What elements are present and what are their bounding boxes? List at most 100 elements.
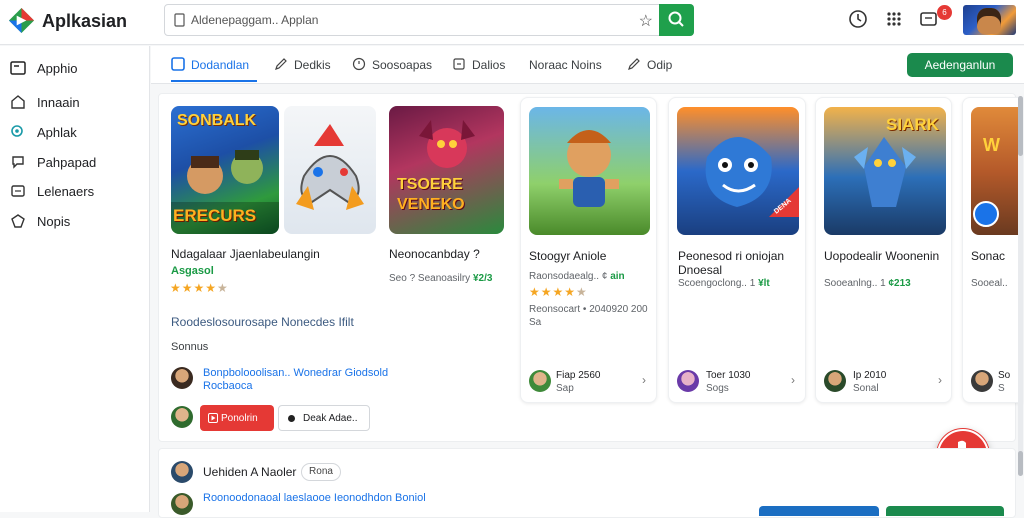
game-meta: Raonsodaealg.. ¢ ain bbox=[529, 271, 625, 282]
star-icon[interactable]: ☆ bbox=[639, 11, 653, 31]
thumb-subtitle-text: VENEKO bbox=[397, 196, 465, 213]
featured-thumbnail-2[interactable] bbox=[284, 106, 376, 234]
history-icon[interactable] bbox=[847, 8, 869, 30]
game-title-2: Dnoesal bbox=[678, 263, 723, 277]
app-window-icon bbox=[10, 61, 26, 75]
post-title[interactable]: Uehiden A Naoler bbox=[203, 465, 296, 479]
sidebar-item-label: Aphlak bbox=[37, 125, 77, 140]
search-icon bbox=[668, 11, 684, 27]
dot-icon bbox=[288, 415, 295, 422]
secondary-action-button[interactable]: Deak Adae.. bbox=[278, 405, 370, 431]
tab-label: Soosoapas bbox=[372, 58, 433, 72]
meta-text: Scoengoclong.. 1 bbox=[678, 278, 756, 289]
sidebar-item-label: Innaain bbox=[37, 95, 80, 110]
home-icon bbox=[11, 95, 25, 109]
rating-stars: ★★★★★ bbox=[529, 285, 588, 299]
button-label: Deak Adae.. bbox=[303, 413, 358, 424]
featured-description: Roodeslosourosape Nonecdes Ifilt bbox=[171, 315, 354, 329]
game-thumbnail[interactable]: SIARK bbox=[824, 107, 946, 235]
tag-pill[interactable]: Rona bbox=[301, 463, 341, 481]
author-avatar[interactable] bbox=[971, 370, 993, 392]
sidebar-item-search[interactable]: Aphlak bbox=[0, 119, 150, 145]
sidebar-item-label: Pahpapad bbox=[37, 155, 97, 170]
sidebar-item-label: Nopis bbox=[37, 214, 71, 229]
game-thumbnail[interactable]: DENA bbox=[677, 107, 799, 235]
author-avatar[interactable] bbox=[171, 367, 193, 389]
game-art-icon bbox=[559, 130, 619, 207]
box-icon bbox=[453, 58, 465, 70]
sidebar-item-inbox[interactable]: Lelenaers bbox=[0, 178, 150, 204]
game-title[interactable]: Neonocanbday ? bbox=[389, 247, 480, 261]
author-name: Ip 2010 bbox=[853, 370, 887, 381]
author-sub: Sap bbox=[556, 383, 574, 394]
thumb-title-text: W bbox=[983, 135, 1000, 155]
post-line: Roonoodonaoal laeslaooe Ieonodhdon Bonio… bbox=[203, 492, 426, 504]
game-title[interactable]: Stoogyr Aniole bbox=[529, 249, 606, 263]
tab-bar: Dodandlan Dedkis Soosoapas Dalios Noraac… bbox=[151, 46, 1024, 84]
tab-label: Noraac Noins bbox=[529, 58, 602, 72]
game-card[interactable]: W Sonac Sooeal.. So S bbox=[962, 97, 1023, 403]
thumb-title-text: SIARK bbox=[886, 115, 939, 134]
sidebar: Apphio Innaain Aphlak Pahpapad Lelenaers… bbox=[0, 46, 150, 512]
featured-price: Asgasol bbox=[171, 265, 214, 277]
game-title[interactable]: Sonac bbox=[971, 249, 1005, 263]
pen-icon bbox=[628, 58, 640, 70]
primary-action-button[interactable]: Ponolrin bbox=[200, 405, 274, 431]
author-name: Fiap 2560 bbox=[556, 370, 601, 381]
user-avatar[interactable] bbox=[963, 5, 1016, 35]
game-title[interactable]: Peonesod ri oniojan bbox=[678, 249, 784, 263]
author-avatar[interactable] bbox=[824, 370, 846, 392]
lower-panel: Uehiden A Naoler Rona Roonoodonaoal laes… bbox=[158, 448, 1016, 518]
chevron-right-icon[interactable]: › bbox=[642, 373, 646, 387]
game-price: ¢213 bbox=[888, 278, 911, 289]
search-input[interactable] bbox=[191, 10, 611, 30]
game-card[interactable]: DENA Peonesod ri oniojan Dnoesal Scoengo… bbox=[668, 97, 806, 403]
game-price: ¥lt bbox=[758, 278, 770, 289]
chevron-right-icon[interactable]: › bbox=[938, 373, 942, 387]
author-sub: Sonal bbox=[853, 383, 879, 394]
featured-title[interactable]: Ndagalaar Jjaenlabeulangin bbox=[171, 247, 320, 261]
vertical-scrollbar[interactable] bbox=[1016, 96, 1024, 476]
author-sub: Sogs bbox=[706, 383, 729, 394]
game-thumbnail[interactable]: TSOERE VENEKO bbox=[389, 106, 504, 234]
inbox-icon bbox=[11, 185, 25, 197]
sidebar-item-apps[interactable]: Apphio bbox=[0, 55, 150, 81]
search-icon[interactable] bbox=[973, 201, 999, 227]
game-card[interactable]: Stoogyr Aniole Raonsodaealg.. ¢ ain ★★★★… bbox=[520, 97, 657, 403]
square-icon bbox=[171, 57, 185, 71]
tab-label: Odip bbox=[647, 58, 673, 72]
sidebar-item-home[interactable]: Innaain bbox=[0, 89, 150, 115]
button-label: Ponolrin bbox=[221, 413, 258, 424]
author-avatar[interactable] bbox=[529, 370, 551, 392]
search-icon bbox=[11, 125, 23, 137]
search-box[interactable]: ☆ bbox=[164, 4, 694, 36]
author-avatar[interactable] bbox=[171, 461, 193, 483]
sidebar-item-chat[interactable]: Pahpapad bbox=[0, 149, 150, 175]
author-sub: S bbox=[998, 383, 1005, 394]
game-card[interactable]: SIARK Uopodealir Woonenin Sooeanlng.. 1 … bbox=[815, 97, 952, 403]
chevron-right-icon[interactable]: › bbox=[791, 373, 795, 387]
game-thumbnail[interactable] bbox=[529, 107, 650, 235]
game-price: ¥2/3 bbox=[472, 273, 493, 284]
tab-dodandlan[interactable]: Dodandlan bbox=[171, 57, 257, 83]
user-avatar-small[interactable] bbox=[171, 406, 193, 428]
author-line[interactable]: Bonpbolooolisan.. Wonedrar Giodsold bbox=[203, 367, 388, 379]
section-label: Sonnus bbox=[171, 341, 209, 353]
app-logo-icon[interactable] bbox=[8, 7, 35, 34]
game-title[interactable]: Uopodealir Woonenin bbox=[824, 249, 939, 263]
sidebar-item-notes[interactable]: Nopis bbox=[0, 208, 150, 234]
green-action-button[interactable] bbox=[886, 506, 1004, 516]
shield-icon bbox=[11, 214, 25, 228]
apps-grid-icon[interactable] bbox=[883, 8, 905, 30]
blue-action-button[interactable] bbox=[759, 506, 879, 516]
author-avatar[interactable] bbox=[677, 370, 699, 392]
app-title: Aplkasian bbox=[42, 11, 128, 31]
author-name: So bbox=[998, 370, 1011, 381]
featured-thumbnail[interactable]: SONBALK ERECURS bbox=[171, 106, 279, 234]
game-meta: Scoengoclong.. 1 ¥lt bbox=[678, 278, 770, 289]
sidebar-item-label: Lelenaers bbox=[37, 184, 95, 199]
primary-cta-button[interactable]: Aedenganlun bbox=[907, 53, 1013, 77]
game-meta: Seo ? Seanoasilry ¥2/3 bbox=[389, 273, 492, 284]
search-button[interactable] bbox=[659, 4, 694, 36]
game-meta: Sooeanlng.. 1 ¢213 bbox=[824, 278, 911, 289]
